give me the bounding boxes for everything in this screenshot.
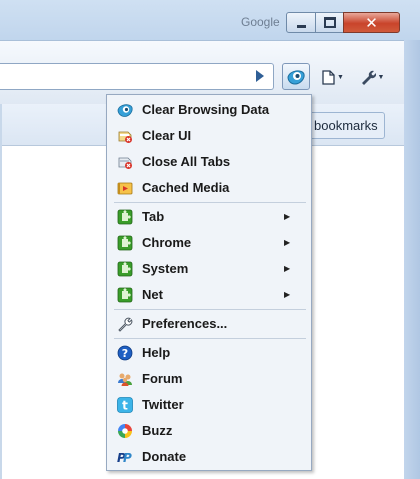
menu-item-label: Net — [142, 287, 163, 302]
menu-item-close-all-tabs[interactable]: Close All Tabs — [108, 149, 310, 175]
window-right-border — [404, 40, 420, 479]
puzzle-icon — [117, 209, 133, 225]
chevron-down-icon: ▼ — [377, 73, 385, 81]
puzzle-icon — [117, 261, 133, 277]
menu-item-label: Close All Tabs — [142, 154, 231, 169]
paypal-icon: P P — [117, 451, 132, 465]
extension-button[interactable] — [282, 63, 310, 90]
close-icon: ✕ — [365, 13, 378, 32]
menu-item-donate[interactable]: P P Donate — [108, 444, 310, 470]
menu-item-cached-media[interactable]: Cached Media — [108, 175, 310, 201]
wrench-menu-icon — [361, 70, 376, 85]
minimize-icon — [296, 24, 306, 28]
svg-text:t: t — [122, 399, 128, 413]
cached-media-icon — [117, 182, 133, 195]
menu-item-clear-browsing-data[interactable]: Clear Browsing Data — [108, 97, 310, 123]
go-button[interactable] — [250, 66, 270, 86]
menu-item-clear-ui[interactable]: Clear UI — [108, 123, 310, 149]
help-icon: ? — [117, 345, 133, 361]
menu-item-label: Clear UI — [142, 128, 192, 143]
bookmarks-label: bookmarks — [314, 118, 378, 133]
submenu-arrow-icon: ▶ — [284, 290, 291, 299]
menu-item-net[interactable]: Net ▶ — [108, 282, 310, 308]
minimize-button[interactable] — [286, 12, 316, 33]
maximize-icon — [323, 17, 336, 28]
menu-item-label: Chrome — [142, 235, 192, 250]
maximize-button[interactable] — [315, 12, 344, 33]
window-title-brand: Google — [241, 15, 280, 29]
clear-ui-icon — [118, 131, 132, 143]
menu-separator — [114, 338, 306, 339]
close-window-button[interactable]: ✕ — [343, 12, 400, 33]
menu-item-label: System — [142, 261, 189, 276]
submenu-arrow-icon: ▶ — [284, 238, 291, 247]
wrench-icon — [118, 317, 133, 332]
menu-item-forum[interactable]: Forum — [108, 366, 310, 392]
puzzle-icon — [117, 235, 133, 251]
menu-item-label: Cached Media — [142, 180, 230, 195]
svg-text:P: P — [123, 451, 132, 465]
menu-item-help[interactable]: ? Help — [108, 340, 310, 366]
extension-eye-icon — [287, 69, 305, 85]
menu-separator — [114, 202, 306, 203]
page-menu-icon — [322, 69, 335, 85]
twitter-icon: t — [117, 397, 133, 413]
menu-item-preferences[interactable]: Preferences... — [108, 311, 310, 337]
menu-item-label: Forum — [142, 371, 183, 386]
buzz-icon — [118, 424, 132, 438]
extension-eye-icon — [117, 104, 133, 117]
menu-item-system[interactable]: System ▶ — [108, 256, 310, 282]
page-menu-button[interactable]: ▼ — [318, 66, 348, 88]
menu-item-label: Twitter — [142, 397, 184, 412]
menu-item-label: Clear Browsing Data — [142, 102, 270, 117]
menu-item-label: Help — [142, 345, 171, 360]
menu-item-label: Preferences... — [142, 316, 228, 331]
window-left-border — [0, 104, 2, 479]
menu-separator — [114, 309, 306, 310]
submenu-arrow-icon: ▶ — [284, 212, 291, 221]
submenu-arrow-icon: ▶ — [284, 264, 291, 273]
address-bar[interactable] — [0, 63, 274, 90]
forum-icon — [118, 373, 132, 386]
menu-item-label: Tab — [142, 209, 165, 224]
menu-item-label: Buzz — [142, 423, 173, 438]
menu-item-chrome[interactable]: Chrome ▶ — [108, 230, 310, 256]
chevron-down-icon: ▼ — [337, 73, 344, 81]
puzzle-icon — [117, 287, 133, 303]
menu-item-buzz[interactable]: Buzz — [108, 418, 310, 444]
menu-item-label: Donate — [142, 449, 187, 464]
close-tabs-icon — [118, 157, 132, 169]
svg-text:?: ? — [122, 347, 128, 360]
menu-item-tab[interactable]: Tab ▶ — [108, 204, 310, 230]
menu-item-twitter[interactable]: t Twitter — [108, 392, 310, 418]
tools-menu-button[interactable]: ▼ — [356, 66, 388, 88]
extension-menu: Clear Browsing Data Clear UI Close All T… — [106, 94, 312, 471]
go-arrow-icon — [256, 70, 264, 82]
